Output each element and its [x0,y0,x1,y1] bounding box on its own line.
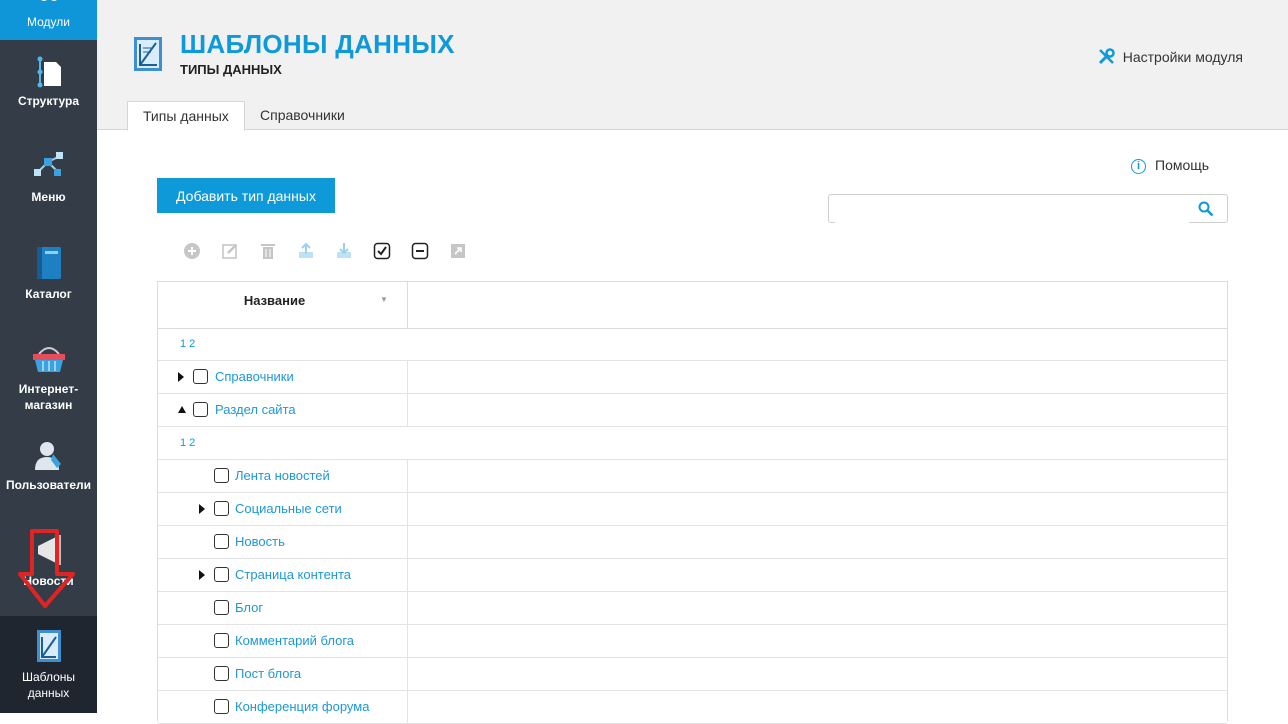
page-link[interactable]: 1 [180,437,186,449]
expand-icon[interactable] [199,504,205,514]
tab-directories[interactable]: Справочники [245,101,360,130]
column-header-name[interactable]: Название ▼ [158,282,408,328]
row-link[interactable]: Страница контента [235,567,351,582]
sidebar-item-modules[interactable]: Модули [0,0,97,40]
row-checkbox[interactable] [214,468,229,483]
module-settings-link[interactable]: Настройки модуля [1098,48,1243,65]
modules-icon [36,0,62,12]
menu-icon [32,150,66,184]
basket-icon [31,344,67,378]
page-link[interactable]: 2 [189,338,195,350]
edit-icon[interactable] [221,242,239,260]
sidebar-item-label: Модули [27,15,70,29]
table-row[interactable]: Пост блога [158,658,1227,691]
page-link[interactable]: 1 [180,338,186,350]
row-link[interactable]: Социальные сети [235,501,342,516]
sidebar-item-label: Шаблоны [21,670,76,684]
delete-icon[interactable] [259,242,277,260]
table-row[interactable]: Справочники [158,361,1227,394]
table-row[interactable]: Лента новостей [158,460,1227,493]
row-checkbox[interactable] [214,567,229,582]
page-title: ШАБЛОНЫ ДАННЫХ [180,29,455,59]
row-checkbox[interactable] [214,699,229,714]
row-checkbox[interactable] [193,369,208,384]
page-subtitle: ТИПЫ ДАННЫХ [180,62,282,77]
pager: 12 [180,338,198,350]
add-data-type-button[interactable]: Добавить тип данных [157,178,335,213]
row-checkbox[interactable] [214,534,229,549]
row-link[interactable]: Лента новостей [235,468,330,483]
sidebar-item-label: Каталог [25,287,72,301]
table-row[interactable]: Комментарий блога [158,625,1227,658]
sidebar-item-shop[interactable]: Интернет- магазин [0,328,97,424]
table-row[interactable]: Страница контента [158,559,1227,592]
page-header: ШАБЛОНЫ ДАННЫХ ТИПЫ ДАННЫХ Настройки мод… [97,0,1288,131]
row-link[interactable]: Новость [235,534,285,549]
row-link[interactable]: Комментарий блога [235,633,354,648]
info-icon: i [1131,159,1146,174]
uncheck-all-icon[interactable] [411,242,429,260]
expand-icon[interactable] [199,570,205,580]
row-checkbox[interactable] [214,600,229,615]
red-arrow-annotation-icon [18,529,75,608]
sidebar-item-structure[interactable]: Структура [0,40,97,136]
user-icon [33,440,65,476]
search-input[interactable] [835,196,1189,223]
expand-icon[interactable] [178,372,184,382]
sidebar-item-label: Пользователи [5,478,92,492]
table-row[interactable]: Раздел сайта [158,394,1227,427]
pager-row: 12 [158,328,1227,361]
search-icon[interactable] [1198,201,1214,222]
row-checkbox[interactable] [214,501,229,516]
table-row[interactable]: Конференция форума [158,691,1227,724]
export-icon[interactable] [297,242,315,260]
table-row[interactable]: Новость [158,526,1227,559]
import-icon[interactable] [335,242,353,260]
pager: 12 [180,437,198,449]
table-header: Название ▼ [158,282,1227,329]
help-label: Помощь [1155,157,1210,173]
collapse-icon[interactable] [178,406,186,413]
column-name-label: Название [243,293,306,308]
row-link[interactable]: Справочники [215,369,294,384]
sidebar-item-label: Структура [17,94,80,108]
module-settings-label: Настройки модуля [1122,49,1243,65]
sidebar-item-label-2: данных [27,686,70,700]
table-row[interactable]: Социальные сети [158,493,1227,526]
sidebar-item-users[interactable]: Пользователи [0,424,97,520]
sidebar-item-catalog[interactable]: Каталог [0,232,97,328]
sidebar-item-templates[interactable]: Шаблоны данных [0,616,97,713]
add-icon[interactable] [183,242,201,260]
tab-data-types[interactable]: Типы данных [127,101,245,131]
row-link[interactable]: Конференция форума [235,699,369,714]
search-box [828,194,1228,223]
templates-icon [34,629,64,667]
row-checkbox[interactable] [214,666,229,681]
check-all-icon[interactable] [373,242,391,260]
shortcut-icon[interactable] [449,242,467,260]
sidebar-item-menu[interactable]: Меню [0,136,97,232]
sidebar-item-label-2: магазин [24,398,73,412]
row-checkbox[interactable] [214,633,229,648]
row-checkbox[interactable] [193,402,208,417]
row-link[interactable]: Блог [235,600,263,615]
data-types-table: Название ▼ 12 Справочники Раздел сайта 1… [157,281,1228,724]
row-link[interactable]: Пост блога [235,666,301,681]
sidebar: Модули Структура Меню Каталог Интернет- … [0,0,97,713]
page-link[interactable]: 2 [189,437,195,449]
pager-row: 12 [158,427,1227,460]
catalog-icon [34,246,64,284]
help-link[interactable]: i Помощь [1131,157,1209,174]
wrench-icon [1098,48,1115,65]
table-row[interactable]: Блог [158,592,1227,625]
sort-icon[interactable]: ▼ [380,295,388,304]
templates-header-icon [133,36,163,77]
structure-icon [34,56,64,92]
sidebar-item-label: Меню [31,190,66,204]
row-link[interactable]: Раздел сайта [215,402,296,417]
sidebar-item-label: Интернет- [18,382,79,396]
